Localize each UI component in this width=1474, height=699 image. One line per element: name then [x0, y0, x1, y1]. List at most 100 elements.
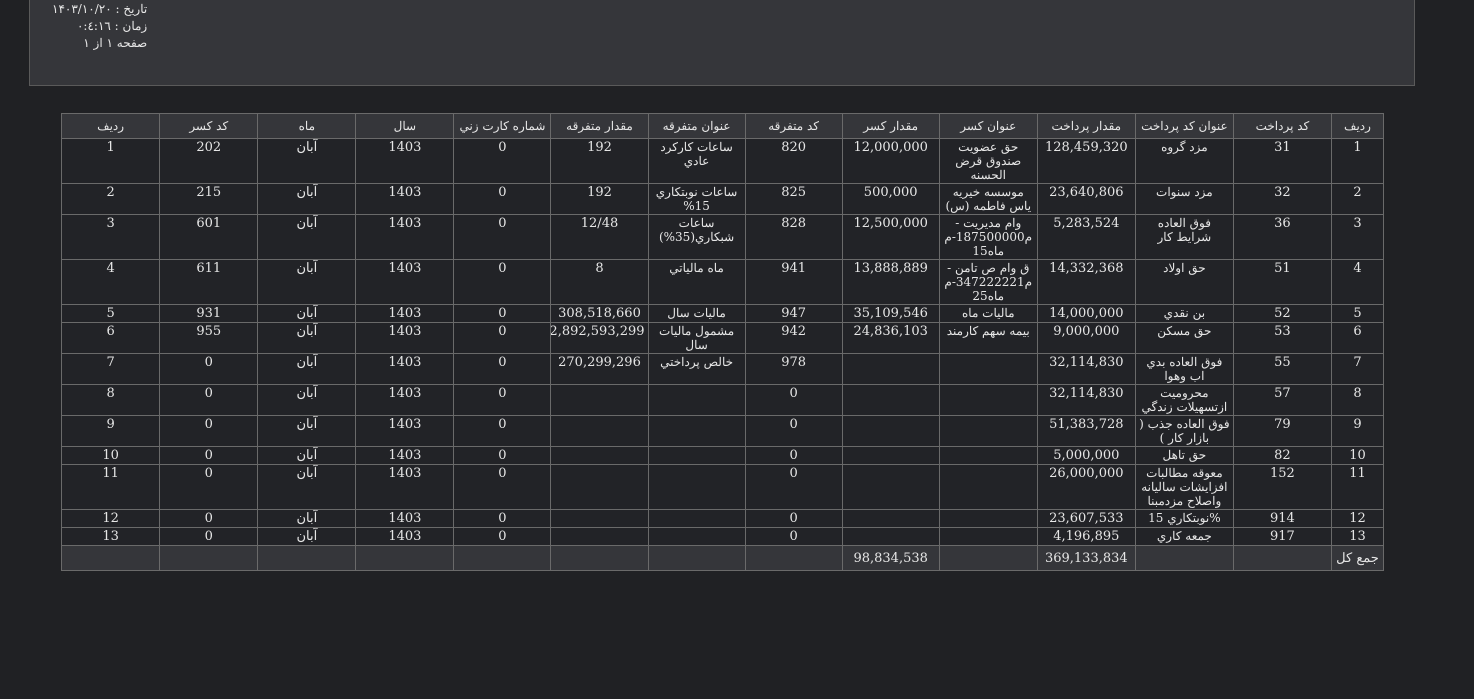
table-cell [841, 353, 940, 385]
table-cell: 1403 [355, 322, 455, 354]
table-cell: آبان [257, 509, 357, 528]
table-cell: 53 [1232, 322, 1332, 354]
table-cell: 7 [60, 353, 161, 385]
table-cell: 12/48 [550, 214, 649, 260]
table-cell: 24,836,103 [841, 322, 940, 354]
totals-empty [355, 545, 455, 571]
table-cell: 23,640,806 [1036, 183, 1136, 215]
table-cell: ماليات ماه [938, 304, 1038, 323]
table-cell: 1403 [355, 464, 455, 510]
column-header: عنوان کد پرداخت [1134, 113, 1234, 139]
header-row: رديف کد پرداخت عنوان کد پرداخت مقدار پرداخت… [60, 113, 1385, 139]
report-page-number: صفحه ۱ از ۱ [83, 36, 148, 50]
table-cell [938, 384, 1038, 416]
table-cell: 6 [1330, 322, 1385, 354]
table-cell: مزد سنوات [1134, 183, 1234, 215]
totals-empty [744, 545, 843, 571]
table-cell: 1403 [355, 446, 455, 465]
table-cell: 0 [453, 415, 552, 447]
table-cell: 0 [744, 415, 843, 447]
table-cell [647, 527, 746, 546]
column-header: رديف [60, 113, 161, 139]
totals-row: جمع کل 369,133,834 98,834,538 [60, 545, 1385, 571]
table-cell: 2 [60, 183, 161, 215]
table-cell: ساعات کارکرد عادي [647, 138, 746, 184]
table-cell: وام مديريت - م187500000-م ماه15 [938, 214, 1038, 260]
table-cell: 1403 [355, 138, 455, 184]
table-cell: حق اولاد [1134, 259, 1234, 305]
table-cell: 1403 [355, 259, 455, 305]
column-header: کد متفرقه [744, 113, 843, 139]
table-cell: 32,114,830 [1036, 384, 1136, 416]
table-cell: 3 [1330, 214, 1385, 260]
table-cell: آبان [257, 384, 357, 416]
table-row: 10 82 حق تاهل 5,000,000 0 0 1403 آبان 0 10 [60, 446, 1385, 465]
column-header: ماه [257, 113, 357, 139]
table-cell: 32,114,830 [1036, 353, 1136, 385]
totals-label: جمع کل [1330, 545, 1385, 571]
table-cell: 601 [159, 214, 259, 260]
table-cell: حق تاهل [1134, 446, 1234, 465]
table-cell: 9,000,000 [1036, 322, 1136, 354]
table-row: 3 36 فوق العاده شرايط کار 5,283,524 وام مدير… [60, 214, 1385, 260]
table-cell: 611 [159, 259, 259, 305]
table-cell: فوق العاده جذب ( بازار کار ) [1134, 415, 1234, 447]
table-body: 1 31 مزد گروه 128,459,320 حق عضويت صندوق قرض… [60, 138, 1385, 546]
table-cell: 0 [159, 353, 259, 385]
table-cell: آبان [257, 138, 357, 184]
table-row: 6 53 حق مسکن 9,000,000 بيمه سهم کارمند 24,836… [60, 322, 1385, 354]
table-cell: 13 [1330, 527, 1385, 546]
table-cell: ماليات سال [647, 304, 746, 323]
table-cell: 917 [1232, 527, 1332, 546]
table-cell: آبان [257, 214, 357, 260]
table-cell: 0 [453, 527, 552, 546]
table-cell: ساعات نوبتکاري 15% [647, 183, 746, 215]
table-cell: مزد گروه [1134, 138, 1234, 184]
table-cell: 0 [453, 509, 552, 528]
table-cell: 0 [744, 464, 843, 510]
table-cell: 2 [1330, 183, 1385, 215]
table-cell: 1403 [355, 415, 455, 447]
table-cell [841, 509, 940, 528]
payslip-table: رديف کد پرداخت عنوان کد پرداخت مقدار پرداخت… [60, 113, 1385, 571]
table-cell: 500,000 [841, 183, 940, 215]
table-cell: 8 [550, 259, 649, 305]
table-cell [647, 446, 746, 465]
deduction-total: 98,834,538 [841, 545, 940, 571]
table-cell: 6 [60, 322, 161, 354]
table-cell: خالص پرداختي [647, 353, 746, 385]
table-cell: 0 [453, 259, 552, 305]
table-cell: 79 [1232, 415, 1332, 447]
table-cell: 942 [744, 322, 843, 354]
table-cell: 1403 [355, 183, 455, 215]
table-cell [841, 446, 940, 465]
table-cell: 51,383,728 [1036, 415, 1136, 447]
table-cell: 914 [1232, 509, 1332, 528]
payment-total: 369,133,834 [1036, 545, 1136, 571]
table-cell: فوق العاده بدي اب وهوا [1134, 353, 1234, 385]
table-cell: آبان [257, 415, 357, 447]
table-cell: محروميت ازتسهيلات زندگي [1134, 384, 1234, 416]
table-cell: 128,459,320 [1036, 138, 1136, 184]
table-cell: 31 [1232, 138, 1332, 184]
column-header: شماره کارت زني [453, 113, 552, 139]
table-cell: جمعه کاري [1134, 527, 1234, 546]
table-cell: 1403 [355, 304, 455, 323]
table-cell: 0 [744, 384, 843, 416]
table-cell: 820 [744, 138, 843, 184]
table-cell: 0 [453, 304, 552, 323]
table-cell [938, 446, 1038, 465]
column-header: کد پرداخت [1232, 113, 1332, 139]
table-row: 11 152 معوقه مطالبات افزايشات ساليانه واصل… [60, 464, 1385, 510]
table-cell: 3 [60, 214, 161, 260]
report-header-info: تاريخ : ۱۴۰۳/۱۰/۲۰ زمان : ۰:٤:۱٦ صفحه ۱ … [52, 1, 147, 52]
table-cell: 152 [1232, 464, 1332, 510]
table-cell: 0 [453, 353, 552, 385]
table-cell: 14,332,368 [1036, 259, 1136, 305]
totals-empty [159, 545, 259, 571]
table-row: 4 51 حق اولاد 14,332,368 ق وام ص تامن - م347… [60, 259, 1385, 305]
table-cell: 0 [159, 415, 259, 447]
table-cell: حق مسکن [1134, 322, 1234, 354]
column-header: مقدار پرداخت [1036, 113, 1136, 139]
table-row: 1 31 مزد گروه 128,459,320 حق عضويت صندوق قرض… [60, 138, 1385, 184]
